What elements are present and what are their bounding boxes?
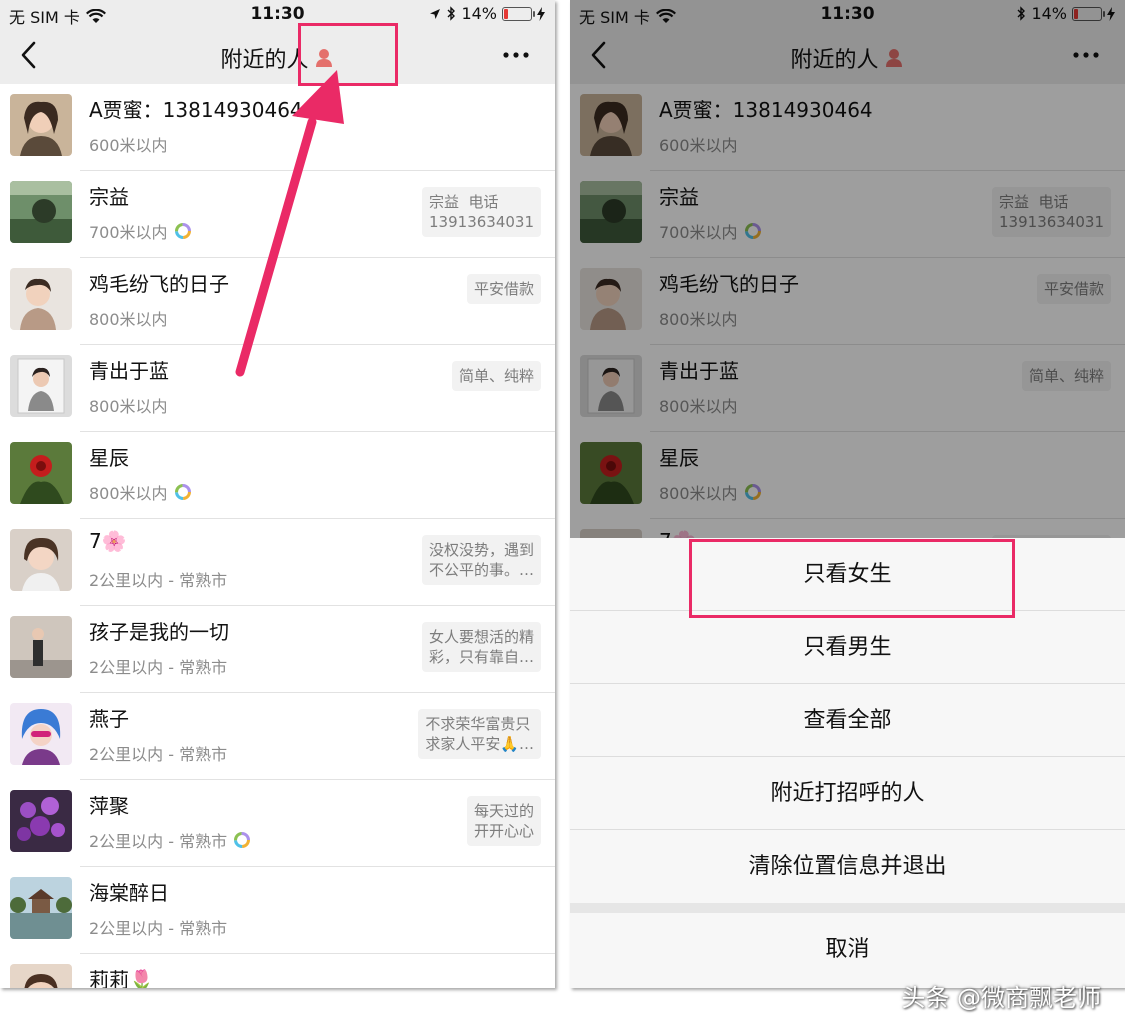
avatar-image [10, 94, 72, 156]
person-name: 萍聚 [89, 794, 129, 818]
avatar[interactable] [10, 355, 72, 417]
avatar[interactable] [10, 94, 72, 156]
avatar[interactable] [10, 181, 72, 243]
distance-info: 2公里以内 - 常熟市 [89, 828, 251, 852]
charging-bolt-icon [537, 6, 545, 21]
battery-level [504, 8, 508, 19]
person-name: 燕子 [89, 707, 129, 731]
signature-bubble: 没权没势，遇到 不公平的事。… [421, 535, 541, 585]
distance-text: 2公里以内 - 常熟市 [89, 832, 228, 851]
distance-text: 2公里以内 - 常熟市 [89, 919, 228, 938]
distance-text: 2公里以内 - 常熟市 [89, 658, 228, 677]
avatar[interactable] [10, 703, 72, 765]
phone-screen-nearby-list: 无 SIM 卡 11:30 14% 附近的人 A贾蜜：13814930464 60… [0, 0, 555, 988]
option-view-all[interactable]: 查看全部 [570, 684, 1125, 757]
nearby-person-row[interactable]: 7🌸 2公里以内 - 常熟市 没权没势，遇到 不公平的事。… [0, 519, 555, 606]
nearby-person-row[interactable]: 宗益 700米以内 宗益 电话 13913634031 [0, 171, 555, 258]
option-male-only[interactable]: 只看男生 [570, 611, 1125, 684]
signature-bubble: 不求荣华富贵只 求家人平安🙏… [418, 709, 541, 759]
person-name: 7🌸 [89, 529, 127, 553]
distance-text: 600米以内 [89, 136, 168, 155]
signature-bubble: 女人要想活的精 彩，只有靠自… [421, 622, 541, 672]
avatar-image [10, 268, 72, 330]
avatar[interactable] [10, 790, 72, 852]
avatar-image [10, 355, 72, 417]
female-filter-icon[interactable] [313, 47, 335, 69]
page-title: 附近的人 [0, 42, 555, 74]
signature-bubble: 平安借款 [466, 274, 541, 304]
nearby-person-row[interactable]: 莉莉🌷 [0, 954, 555, 988]
distance-text: 800米以内 [89, 310, 168, 329]
distance-info: 600米以内 [89, 132, 168, 156]
nearby-person-row[interactable]: 燕子 2公里以内 - 常熟市 不求荣华富贵只 求家人平安🙏… [0, 693, 555, 780]
avatar[interactable] [10, 964, 72, 988]
avatar[interactable] [10, 529, 72, 591]
nearby-person-row[interactable]: 孩子是我的一切 2公里以内 - 常熟市 女人要想活的精 彩，只有靠自… [0, 606, 555, 693]
signature-bubble: 每天过的 开开心心 [466, 796, 541, 846]
page-title-text: 附近的人 [220, 48, 309, 73]
avatar-image [10, 790, 72, 852]
nearby-person-row[interactable]: 鸡毛纷飞的日子 800米以内 平安借款 [0, 258, 555, 345]
navigation-bar: 附近的人 [0, 26, 555, 84]
person-name: 鸡毛纷飞的日子 [89, 272, 229, 296]
distance-text: 800米以内 [89, 484, 168, 503]
person-name: 星辰 [89, 446, 129, 470]
option-nearby-greetings[interactable]: 附近打招呼的人 [570, 757, 1125, 830]
distance-info: 800米以内 [89, 480, 192, 504]
filter-action-sheet: 只看女生 只看男生 查看全部 附近打招呼的人 清除位置信息并退出 取消 [570, 538, 1125, 988]
avatar[interactable] [10, 877, 72, 939]
avatar[interactable] [10, 268, 72, 330]
person-name: 海棠醉日 [89, 881, 169, 905]
avatar-image [10, 181, 72, 243]
nearby-person-row[interactable]: 海棠醉日 2公里以内 - 常熟市 [0, 867, 555, 954]
distance-text: 2公里以内 - 常熟市 [89, 745, 228, 764]
phone-screen-action-sheet: 无 SIM 卡 11:30 14% 附近的人 A贾蜜：13814930464 60… [570, 0, 1125, 988]
avatar[interactable] [10, 442, 72, 504]
person-name: 莉莉🌷 [89, 968, 154, 988]
avatar-image [10, 616, 72, 678]
avatar-image [10, 964, 72, 988]
watermark: 头条 @微商飘老师 [901, 984, 1101, 1012]
avatar-image [10, 442, 72, 504]
distance-info: 2公里以内 - 常熟市 [89, 915, 227, 939]
nearby-person-row[interactable]: 星辰 800米以内 [0, 432, 555, 519]
battery-percent: 14% [461, 4, 497, 23]
more-options-icon[interactable] [501, 44, 531, 66]
option-female-only[interactable]: 只看女生 [570, 538, 1125, 611]
person-name: A贾蜜：13814930464 [89, 98, 303, 122]
top-bar: 无 SIM 卡 11:30 14% 附近的人 [0, 0, 555, 84]
person-name: 孩子是我的一切 [89, 620, 229, 644]
distance-info: 2公里以内 - 常熟市 [89, 567, 227, 591]
status-bar: 无 SIM 卡 11:30 14% [0, 0, 555, 27]
nearby-person-row[interactable]: A贾蜜：13814930464 600米以内 [0, 84, 555, 171]
nearby-person-row[interactable]: 青出于蓝 800米以内 简单、纯粹 [0, 345, 555, 432]
avatar-image [10, 529, 72, 591]
distance-text: 2公里以内 - 常熟市 [89, 571, 228, 590]
distance-info: 800米以内 [89, 306, 168, 330]
distance-info: 2公里以内 - 常熟市 [89, 654, 227, 678]
distance-text: 700米以内 [89, 223, 168, 242]
moments-ring-icon [234, 832, 251, 848]
option-clear-location-and-exit[interactable]: 清除位置信息并退出 [570, 830, 1125, 903]
signature-bubble: 宗益 电话 13913634031 [422, 187, 541, 237]
signature-bubble: 简单、纯粹 [451, 361, 541, 391]
distance-text: 800米以内 [89, 397, 168, 416]
distance-info: 700米以内 [89, 219, 192, 243]
location-arrow-icon [430, 8, 441, 19]
sheet-separator [570, 903, 1125, 913]
battery-icon [502, 6, 535, 21]
cancel-button[interactable]: 取消 [570, 913, 1125, 986]
avatar[interactable] [10, 616, 72, 678]
avatar-image [10, 703, 72, 765]
nearby-person-row[interactable]: 萍聚 2公里以内 - 常熟市 每天过的 开开心心 [0, 780, 555, 867]
person-name: 宗益 [89, 185, 129, 209]
person-name: 青出于蓝 [89, 359, 169, 383]
bluetooth-icon [447, 6, 456, 21]
distance-info: 2公里以内 - 常熟市 [89, 741, 227, 765]
moments-ring-icon [174, 484, 191, 500]
moments-ring-icon [174, 223, 191, 239]
avatar-image [10, 877, 72, 939]
distance-info: 800米以内 [89, 393, 168, 417]
